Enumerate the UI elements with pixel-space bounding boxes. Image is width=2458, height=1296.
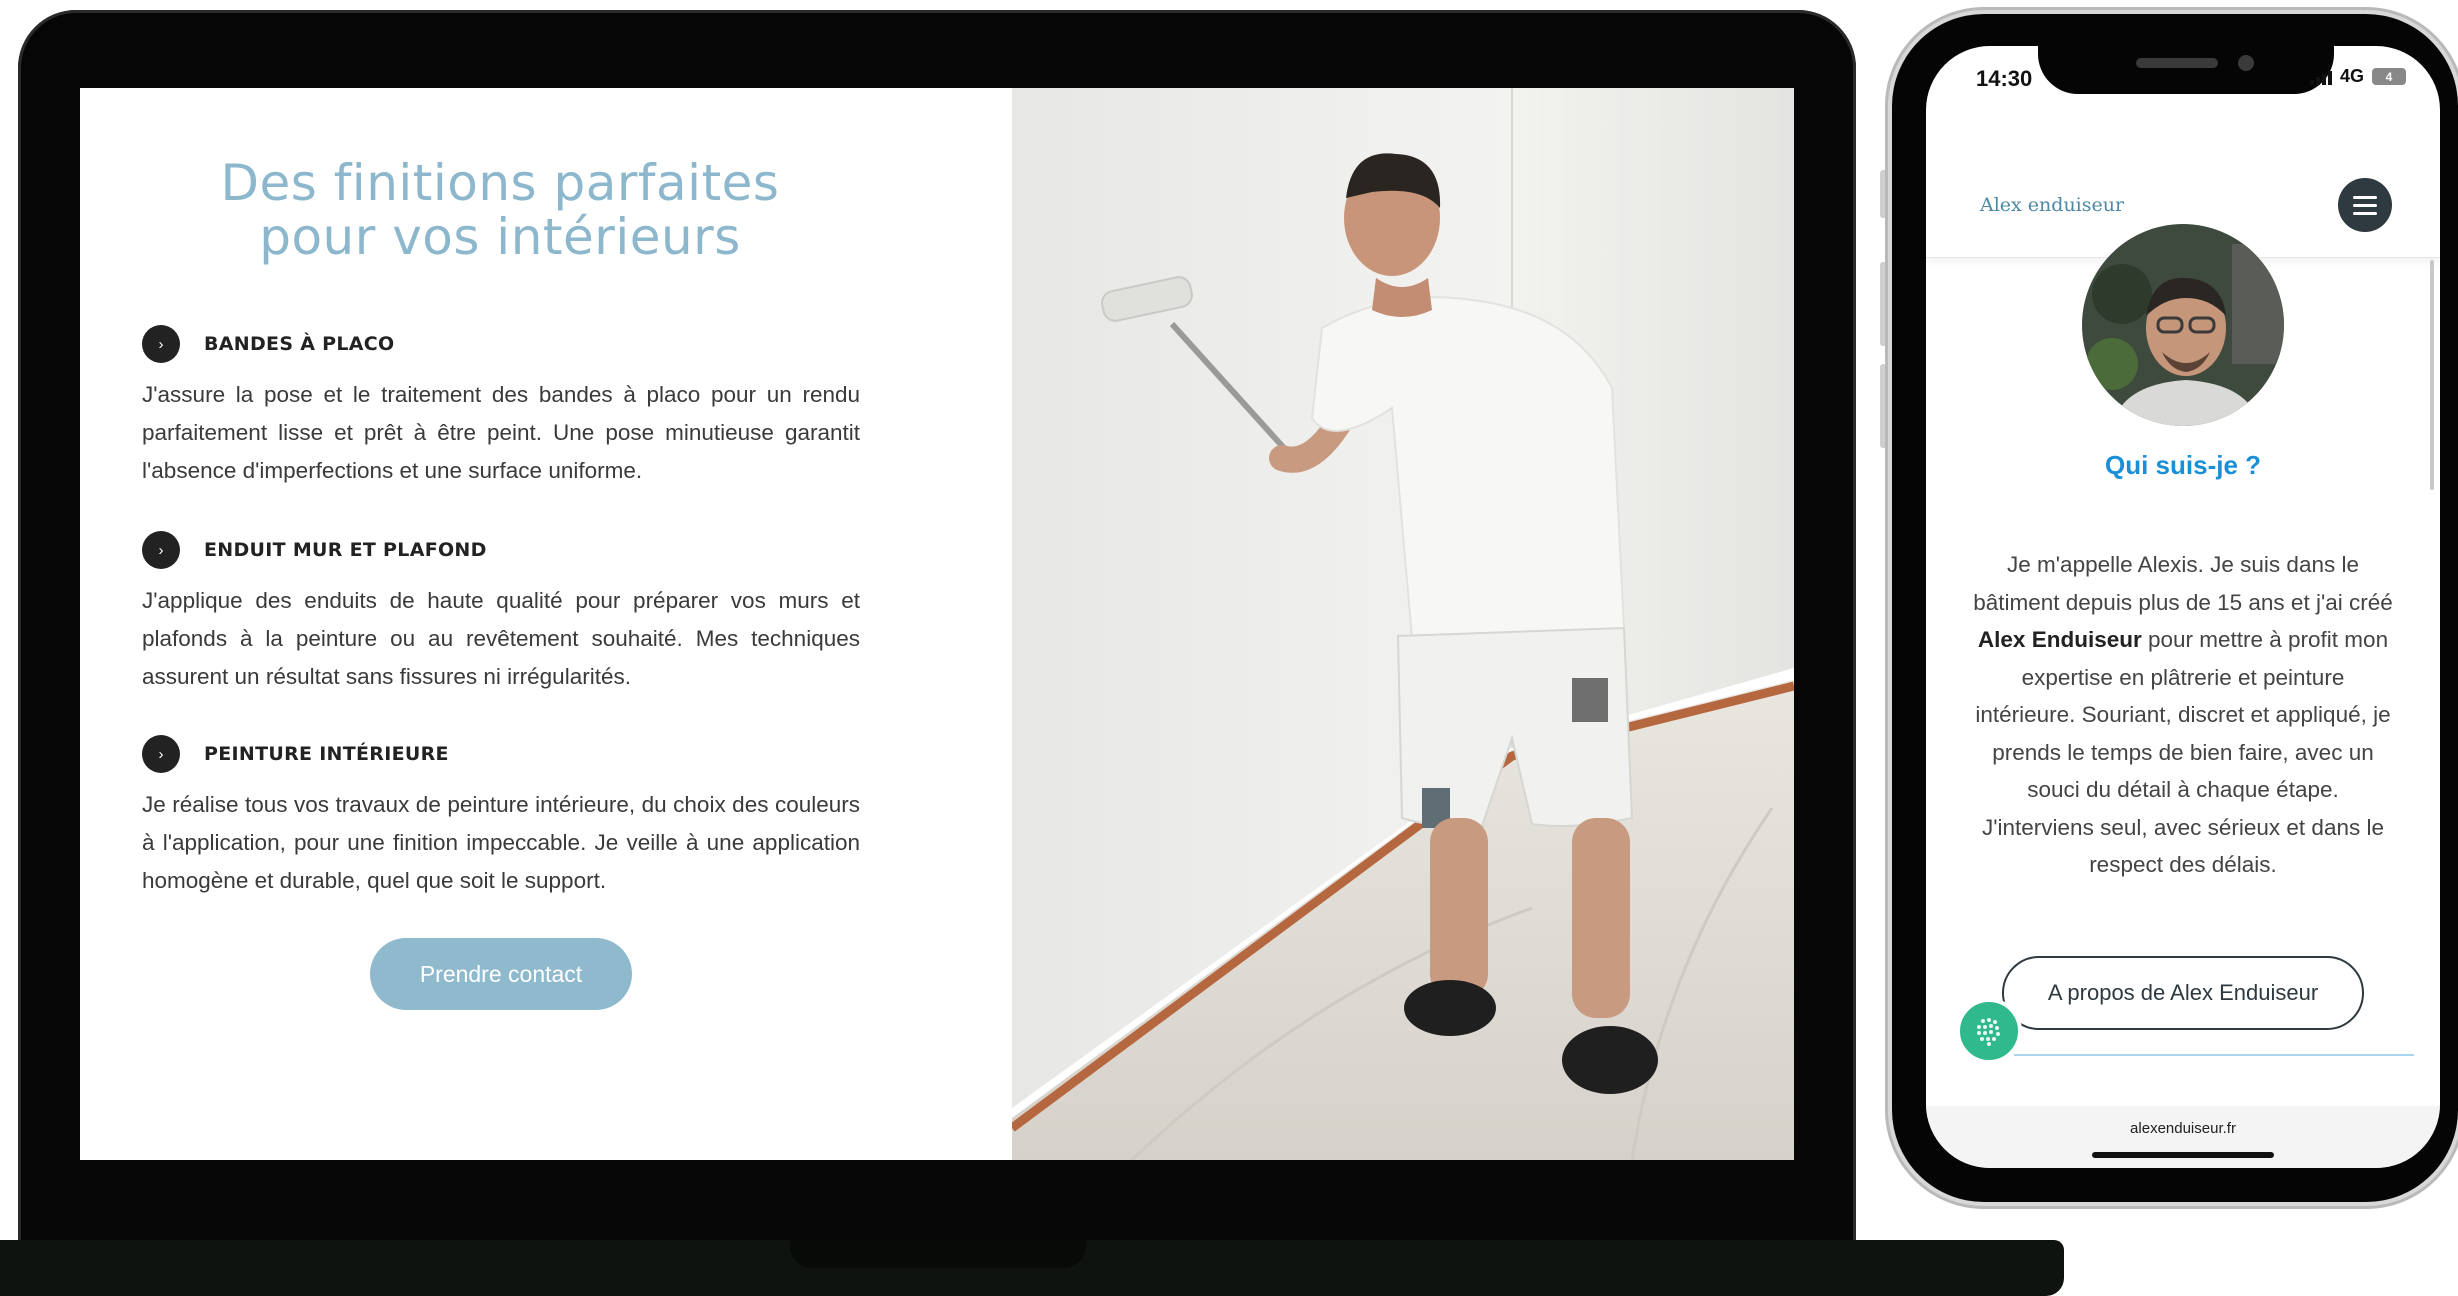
- service-title: ENDUIT MUR ET PLAFOND: [204, 539, 487, 561]
- painter-photo-illustration: [1012, 88, 1794, 1160]
- service-header: › BANDES À PLACO: [142, 324, 860, 364]
- phone-notch: [2038, 46, 2334, 94]
- phone-screen: 14:30 4G 4 Alex enduiseur Qui suis-je ? …: [1926, 46, 2440, 1168]
- service-title: PEINTURE INTÉRIEURE: [204, 743, 449, 765]
- phone-volume-up: [1880, 262, 1888, 346]
- hero-title-line1: Des finitions parfaites: [220, 154, 780, 212]
- hamburger-menu-icon[interactable]: [2338, 178, 2392, 232]
- phone-mute-switch: [1880, 170, 1888, 218]
- brand-logo[interactable]: Alex enduiseur: [1980, 194, 2124, 216]
- painter-photo: [1012, 88, 1794, 1160]
- service-description: J'assure la pose et le traitement des ba…: [142, 382, 860, 483]
- contact-button[interactable]: Prendre contact: [370, 938, 632, 1010]
- front-camera: [2238, 55, 2254, 71]
- speaker-grille: [2136, 58, 2218, 68]
- bio-text: Je m'appelle Alexis. Je suis dans le bât…: [1972, 546, 2394, 884]
- chevron-right-icon: ›: [142, 735, 180, 773]
- service-description: Je réalise tous vos travaux de peinture …: [142, 792, 860, 893]
- badge-dots-icon: [1977, 1018, 2000, 1046]
- laptop-screen: Des finitions parfaites pour vos intérie…: [80, 88, 1794, 1160]
- bio-brand-name: Alex Enduiseur: [1977, 627, 2142, 652]
- service-description: J'applique des enduits de haute qualité …: [142, 588, 860, 689]
- service-header: › PEINTURE INTÉRIEURE: [142, 734, 860, 774]
- about-button[interactable]: A propos de Alex Enduiseur: [2002, 956, 2364, 1030]
- bio-part2: pour mettre à profit mon expertise en pl…: [1975, 627, 2391, 802]
- divider-line: [2014, 1054, 2414, 1056]
- url-text: alexenduiseur.fr: [2130, 1120, 2236, 1137]
- network-label: 4G: [2339, 66, 2364, 86]
- phone-volume-down: [1880, 364, 1888, 448]
- scrollbar[interactable]: [2430, 260, 2434, 490]
- service-header: › ENDUIT MUR ET PLAFOND: [142, 530, 860, 570]
- hero-title: Des finitions parfaites pour vos intérie…: [80, 156, 920, 264]
- home-indicator[interactable]: [2092, 1152, 2274, 1158]
- service-bandes-placo: › BANDES À PLACO J'assure la pose et le …: [142, 324, 860, 490]
- browser-address-bar[interactable]: [1926, 1106, 2440, 1168]
- avatar: [2082, 224, 2284, 426]
- laptop-hinge-notch: [790, 1240, 1086, 1268]
- accessibility-badge-icon[interactable]: [1956, 998, 2022, 1064]
- chevron-right-icon: ›: [142, 531, 180, 569]
- bio-part1: Je m'appelle Alexis. Je suis dans le bât…: [1973, 552, 2393, 615]
- service-enduit: › ENDUIT MUR ET PLAFOND J'applique des e…: [142, 530, 860, 696]
- about-section-title: Qui suis-je ?: [2104, 450, 2262, 480]
- status-indicators: 4G 4: [2309, 66, 2406, 87]
- hero-title-line2: pour vos intérieurs: [259, 208, 741, 266]
- service-peinture: › PEINTURE INTÉRIEURE Je réalise tous vo…: [142, 734, 860, 900]
- signal-icon: [2309, 69, 2332, 85]
- status-time: 14:30: [1976, 66, 2033, 91]
- bio-part3: J'interviens seul, avec sérieux et dans …: [1981, 814, 2384, 878]
- services-section: Des finitions parfaites pour vos intérie…: [80, 88, 1012, 1160]
- chevron-right-icon: ›: [142, 325, 180, 363]
- battery-icon: 4: [2372, 68, 2406, 85]
- avatar-portrait: [2082, 224, 2284, 426]
- service-title: BANDES À PLACO: [204, 333, 395, 355]
